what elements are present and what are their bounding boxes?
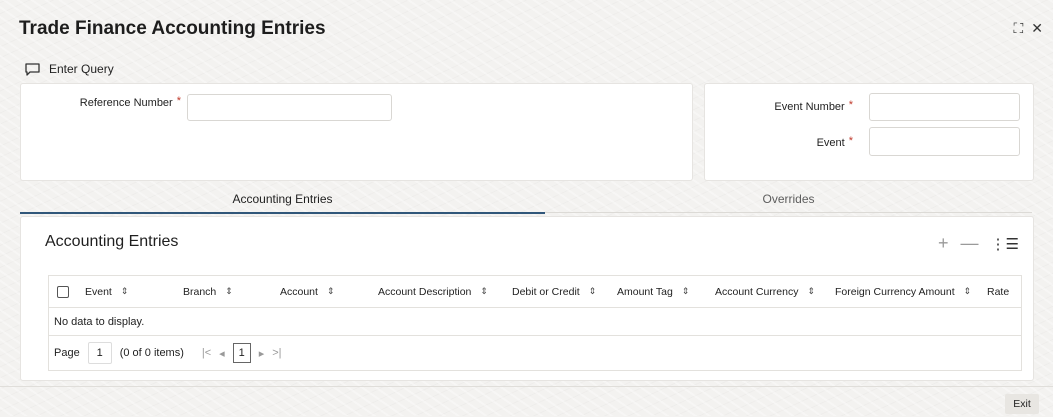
exit-button[interactable]: Exit — [1005, 394, 1039, 414]
item-count: (0 of 0 items) — [119, 347, 184, 359]
sort-icon[interactable]: ⇕ — [121, 286, 129, 297]
column-header-foreign-currency-amount[interactable]: Foreign Currency Amount ⇕ — [827, 276, 979, 307]
page-label: Page — [54, 347, 80, 359]
tab-accounting-entries[interactable]: Accounting Entries — [20, 186, 545, 214]
sort-icon[interactable]: ⇕ — [682, 286, 690, 297]
maximize-icon[interactable]: ⛶ — [1013, 20, 1023, 37]
enter-query-button[interactable]: Enter Query — [25, 62, 114, 76]
event-label: Event * — [816, 135, 853, 149]
current-page-button[interactable]: 1 — [232, 343, 251, 363]
page-title: Trade Finance Accounting Entries — [19, 18, 326, 39]
event-panel: Event Number * Event * — [704, 83, 1034, 181]
event-number-label: Event Number * — [774, 99, 853, 113]
add-row-icon[interactable]: + — [938, 233, 949, 254]
empty-message: No data to display. — [49, 308, 1021, 336]
next-page-button[interactable]: ▸ — [259, 347, 265, 360]
last-page-button[interactable]: >| — [272, 347, 281, 359]
previous-page-button[interactable]: ◂ — [219, 347, 225, 360]
column-chooser-icon[interactable]: ⋮☰ — [991, 235, 1019, 253]
select-all-cell — [49, 276, 77, 307]
footer-bar: Exit — [0, 386, 1053, 417]
event-input[interactable] — [869, 127, 1020, 156]
sort-icon[interactable]: ⇕ — [480, 286, 488, 297]
first-page-button[interactable]: |< — [202, 347, 211, 359]
column-header-account-description[interactable]: Account Description ⇕ — [370, 276, 504, 307]
page-number-input[interactable]: 1 — [87, 342, 112, 364]
accounting-entries-grid: Accounting Entries + — ⋮☰ Event ⇕ Branch ⇕… — [20, 216, 1034, 381]
column-header-branch[interactable]: Branch ⇕ — [175, 276, 272, 307]
select-all-checkbox[interactable] — [57, 285, 69, 298]
grid-toolbar: + — ⋮☰ — [938, 233, 1019, 254]
pagination: Page 1 (0 of 0 items) |< ◂ 1 ▸ >| — [49, 336, 1021, 370]
column-header-rate[interactable]: Rate — [979, 276, 1019, 307]
required-marker: * — [848, 99, 853, 111]
sort-icon[interactable]: ⇕ — [327, 286, 335, 297]
table-header: Event ⇕ Branch ⇕ Account ⇕ Account Descript… — [49, 276, 1021, 308]
sort-icon[interactable]: ⇕ — [807, 286, 815, 297]
close-icon[interactable]: ✕ — [1031, 20, 1043, 37]
required-marker: * — [176, 95, 181, 107]
tab-bar: Accounting Entries Overrides — [20, 186, 1032, 214]
grid-title: Accounting Entries — [45, 233, 179, 250]
reference-number-label: Reference Number * — [79, 95, 181, 109]
comment-icon — [25, 62, 40, 76]
entries-table: Event ⇕ Branch ⇕ Account ⇕ Account Descript… — [48, 275, 1022, 371]
column-header-amount-tag[interactable]: Amount Tag ⇕ — [609, 276, 707, 307]
required-marker: * — [848, 135, 853, 147]
window-controls: ⛶ ✕ — [1013, 20, 1043, 37]
remove-row-icon[interactable]: — — [961, 233, 979, 254]
event-number-input[interactable] — [869, 93, 1020, 121]
reference-number-input[interactable] — [187, 94, 392, 121]
column-header-debit-or-credit[interactable]: Debit or Credit ⇕ — [504, 276, 609, 307]
sort-icon[interactable]: ⇕ — [964, 286, 972, 297]
column-header-account-currency[interactable]: Account Currency ⇕ — [707, 276, 827, 307]
tab-overrides[interactable]: Overrides — [545, 186, 1032, 213]
enter-query-label: Enter Query — [49, 62, 114, 76]
column-header-account[interactable]: Account ⇕ — [272, 276, 370, 307]
reference-panel: Reference Number * — [20, 83, 693, 181]
sort-icon[interactable]: ⇕ — [589, 286, 597, 297]
column-header-event[interactable]: Event ⇕ — [77, 276, 175, 307]
sort-icon[interactable]: ⇕ — [225, 286, 233, 297]
